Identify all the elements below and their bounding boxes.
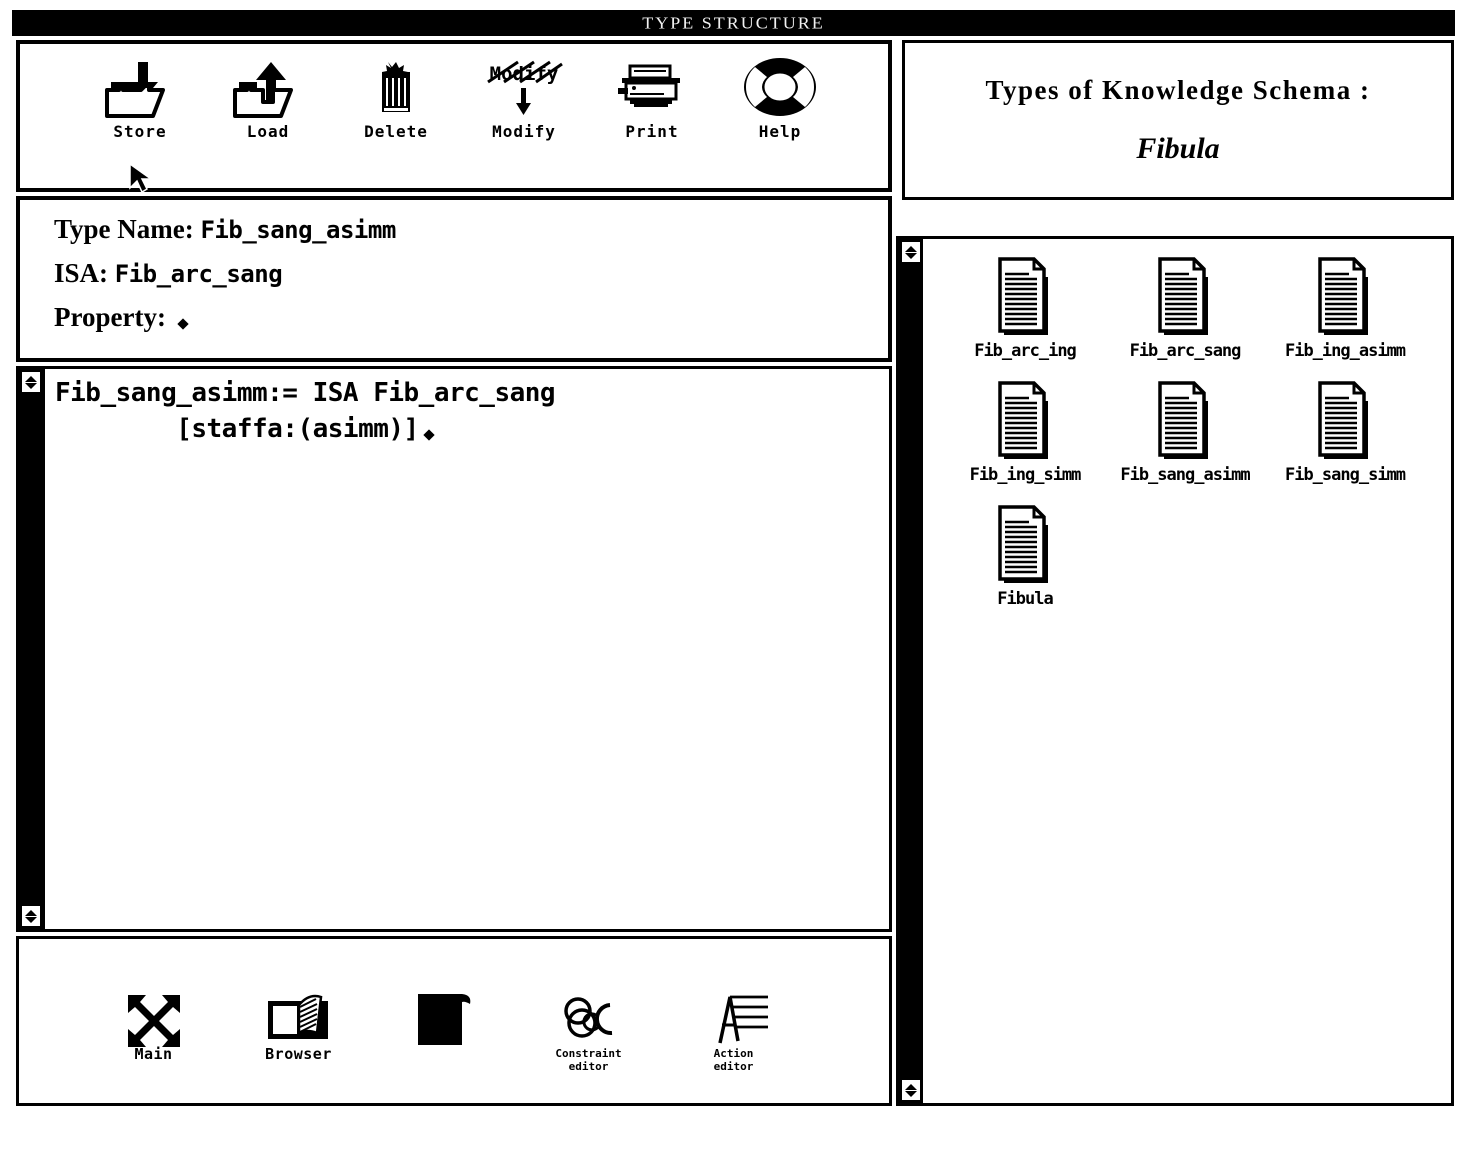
editor-scroll-down-thumb[interactable] <box>20 904 42 928</box>
document-icon-item-1[interactable]: Fib_arc_sang <box>1105 257 1265 361</box>
load-button[interactable]: Load <box>204 58 332 141</box>
trash-can-icon <box>371 58 421 118</box>
document-icon-label: Fib_ing_asimm <box>1284 341 1406 361</box>
top-toolbar-panel: Store Load Delete Modify Modify Print He… <box>16 40 892 194</box>
document-icon <box>1314 381 1376 463</box>
chevron-up-icon <box>905 1083 917 1090</box>
chevron-down-icon <box>25 382 37 389</box>
document-icon <box>1154 381 1216 463</box>
schema-scroll-up-thumb[interactable] <box>900 240 922 264</box>
store-button[interactable]: Store <box>76 58 204 141</box>
document-icon-item-2[interactable]: Fib_ing_asimm <box>1265 257 1425 361</box>
type-name-row: Type Name: Fib_sang_asimm <box>54 214 888 245</box>
top-toolbar-row: Store Load Delete Modify Modify Print He… <box>20 44 888 188</box>
document-icon-label: Fib_sang_simm <box>1284 465 1406 485</box>
four-way-arrows-icon <box>126 989 182 1047</box>
filled-black-block-icon <box>416 989 472 1047</box>
document-icon <box>994 381 1056 463</box>
schema-vertical-scrollbar[interactable] <box>899 239 923 1103</box>
isa-label: ISA: <box>54 258 109 288</box>
document-icon <box>1154 257 1216 339</box>
window-title: TYPE STRUCTURE <box>642 13 825 32</box>
main-button[interactable]: Main <box>81 989 226 1062</box>
document-icon-label: Fibula <box>997 589 1053 609</box>
bottom-toolbar-panel: Main Browser Constraint editor Action ed… <box>16 936 892 1106</box>
chevron-up-icon <box>25 909 37 916</box>
help-button[interactable]: Help <box>716 58 844 141</box>
document-icon-item-5[interactable]: Fib_sang_simm <box>1265 381 1425 485</box>
constraint-editor-button-label: Constraint editor <box>555 1047 622 1073</box>
document-icon-item-6[interactable]: Fibula <box>945 505 1105 609</box>
editor-vertical-scrollbar[interactable] <box>19 369 45 929</box>
isa-row: ISA: Fib_arc_sang <box>54 258 888 289</box>
document-icon-label: Fib_arc_ing <box>974 341 1077 361</box>
help-button-label: Help <box>758 122 802 141</box>
folder-up-arrow-icon <box>233 58 303 118</box>
document-icon-item-0[interactable]: Fib_arc_ing <box>945 257 1105 361</box>
delete-button-label: Delete <box>364 122 428 141</box>
browser-button[interactable]: Browser <box>226 989 371 1062</box>
print-button-label: Print <box>625 122 679 141</box>
schema-documents-panel: Fib_arc_ing Fib_arc_sang Fib_ing_asimm F… <box>896 236 1454 1106</box>
print-button[interactable]: Print <box>588 58 716 141</box>
schema-header-panel: Types of Knowledge Schema : Fibula <box>902 40 1454 200</box>
schema-icon-area: Fib_arc_ing Fib_arc_sang Fib_ing_asimm F… <box>923 239 1451 1103</box>
chevron-up-icon <box>25 375 37 382</box>
document-icon-label: Fib_sang_asimm <box>1120 465 1250 485</box>
schema-header-title: Types of Knowledge Schema : <box>985 74 1371 105</box>
delete-button[interactable]: Delete <box>332 58 460 141</box>
open-book-icon <box>264 989 334 1047</box>
store-button-label: Store <box>113 122 167 141</box>
schema-document-grid: Fib_arc_ing Fib_arc_sang Fib_ing_asimm F… <box>945 257 1443 629</box>
chevron-down-icon <box>25 916 37 923</box>
document-icon-item-4[interactable]: Fib_sang_asimm <box>1105 381 1265 485</box>
main-button-label: Main <box>134 1045 173 1063</box>
bottom-toolbar-row: Main Browser Constraint editor Action ed… <box>19 939 889 1103</box>
unlabeled-black-button[interactable] <box>371 989 516 1047</box>
letter-a-lines-icon <box>698 989 770 1047</box>
property-caret-icon <box>177 318 189 330</box>
action-editor-button[interactable]: Action editor <box>661 989 806 1073</box>
constraint-editor-button[interactable]: Constraint editor <box>516 989 661 1073</box>
document-icon-item-3[interactable]: Fib_ing_simm <box>945 381 1105 485</box>
struck-modify-arrow-icon: Modify <box>478 58 570 118</box>
printer-icon <box>616 58 688 118</box>
type-definition-editor-panel: Fib_sang_asimm:= ISA Fib_arc_sang [staff… <box>16 366 892 932</box>
modify-button-label: Modify <box>492 122 556 141</box>
type-name-value[interactable]: Fib_sang_asimm <box>200 216 396 244</box>
editor-caret-icon <box>423 429 435 441</box>
type-info-panel: Type Name: Fib_sang_asimm ISA: Fib_arc_s… <box>16 196 892 362</box>
folder-down-arrow-icon <box>105 58 175 118</box>
linked-rings-c-icon <box>558 989 620 1047</box>
code-line-1: Fib_sang_asimm:= ISA Fib_arc_sang <box>55 378 556 408</box>
property-label: Property: <box>54 302 166 332</box>
modify-button[interactable]: Modify Modify <box>460 58 588 141</box>
code-line-2: [staffa:(asimm)] <box>55 411 889 447</box>
schema-header-name: Fibula <box>1136 131 1220 165</box>
isa-value[interactable]: Fib_arc_sang <box>115 260 283 288</box>
document-icon-label: Fib_arc_sang <box>1129 341 1242 361</box>
window-titlebar: TYPE STRUCTURE <box>12 10 1455 36</box>
document-icon <box>994 257 1056 339</box>
chevron-down-icon <box>905 1090 917 1097</box>
type-name-label: Type Name: <box>54 214 194 244</box>
document-icon-label: Fib_ing_simm <box>969 465 1082 485</box>
browser-button-label: Browser <box>265 1045 332 1063</box>
property-row: Property: <box>54 302 888 333</box>
code-text-area[interactable]: Fib_sang_asimm:= ISA Fib_arc_sang [staff… <box>45 369 889 929</box>
application-window: TYPE STRUCTURE Store Load Delete Modify … <box>0 0 1466 1149</box>
editor-scroll-up-thumb[interactable] <box>20 370 42 394</box>
action-editor-button-label: Action editor <box>713 1047 754 1073</box>
life-preserver-icon <box>740 58 820 118</box>
load-button-label: Load <box>246 122 290 141</box>
chevron-down-icon <box>905 252 917 259</box>
document-icon <box>994 505 1056 587</box>
document-icon <box>1314 257 1376 339</box>
chevron-up-icon <box>905 245 917 252</box>
schema-scroll-down-thumb[interactable] <box>900 1078 922 1102</box>
